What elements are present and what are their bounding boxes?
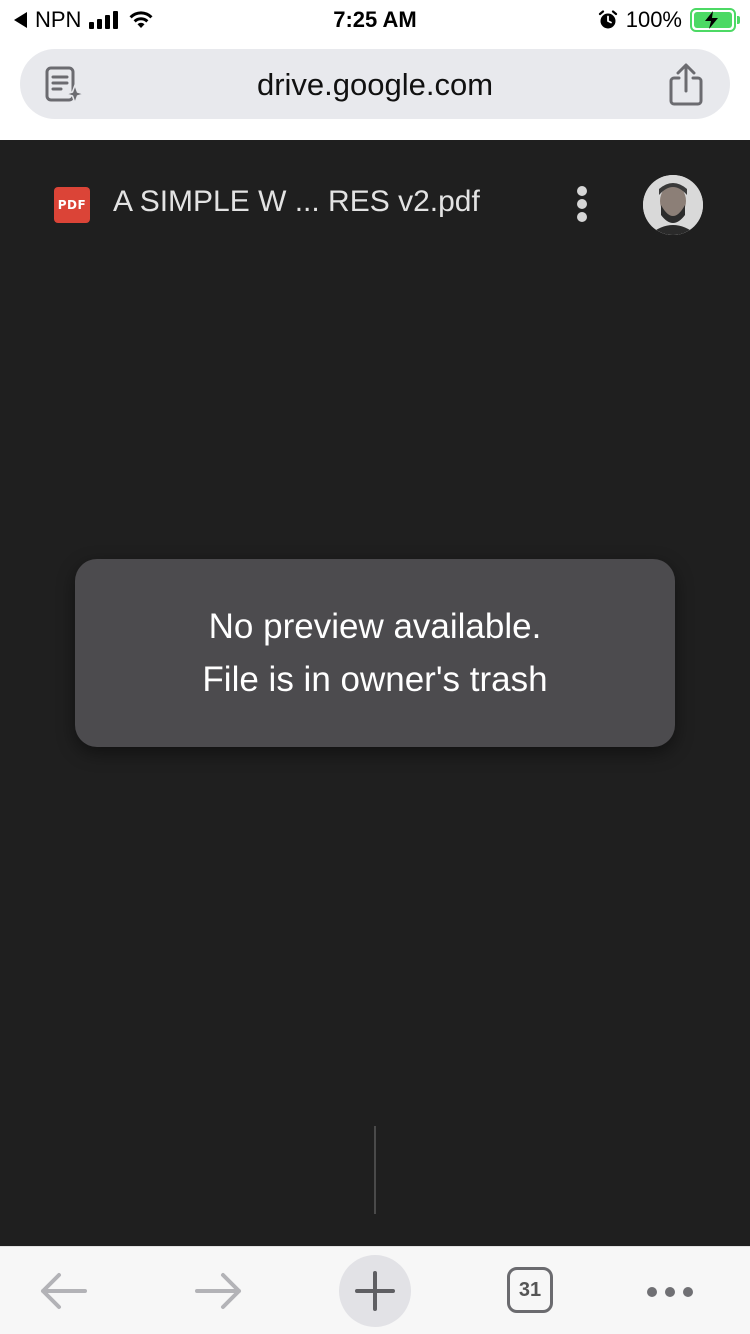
avatar[interactable]	[643, 175, 703, 235]
screen: NPN 7:25 AM 100% drive.google.com PDF A …	[0, 0, 750, 1334]
browser-address-area: drive.google.com	[0, 40, 750, 140]
forward-arrow-icon	[195, 1273, 241, 1309]
more-horiz-icon[interactable]	[635, 1255, 707, 1327]
battery-percent: 100%	[625, 7, 682, 32]
status-bar: NPN 7:25 AM 100%	[0, 0, 750, 40]
toast-line-1: No preview available.	[208, 607, 542, 646]
back-arrow-icon	[41, 1273, 87, 1309]
back-button[interactable]	[27, 1255, 99, 1327]
address-bar[interactable]: drive.google.com	[20, 49, 730, 119]
plus-icon	[355, 1271, 395, 1311]
forward-button[interactable]	[183, 1255, 255, 1327]
share-icon[interactable]	[666, 63, 706, 107]
url-text[interactable]: drive.google.com	[20, 67, 730, 103]
tab-count: 31	[507, 1267, 553, 1313]
pdf-file-icon: PDF	[54, 187, 90, 223]
scroll-indicator	[374, 1126, 376, 1214]
avatar-image	[643, 175, 703, 235]
more-vert-icon[interactable]	[568, 184, 596, 224]
toast-line-2: File is in owner's trash	[202, 660, 548, 699]
no-preview-message: No preview available. File is in owner's…	[75, 559, 675, 747]
new-tab-button[interactable]	[339, 1255, 411, 1327]
charging-bolt-icon	[705, 11, 718, 29]
tab-switcher-button[interactable]: 31	[494, 1255, 566, 1327]
status-right: 100%	[598, 6, 740, 34]
alarm-icon	[598, 10, 617, 29]
browser-toolbar: 31	[0, 1246, 750, 1334]
file-title: A SIMPLE W ... RES v2.pdf	[113, 185, 480, 218]
drive-viewer: PDF A SIMPLE W ... RES v2.pdf No preview…	[0, 140, 750, 1246]
battery-icon	[690, 8, 740, 32]
